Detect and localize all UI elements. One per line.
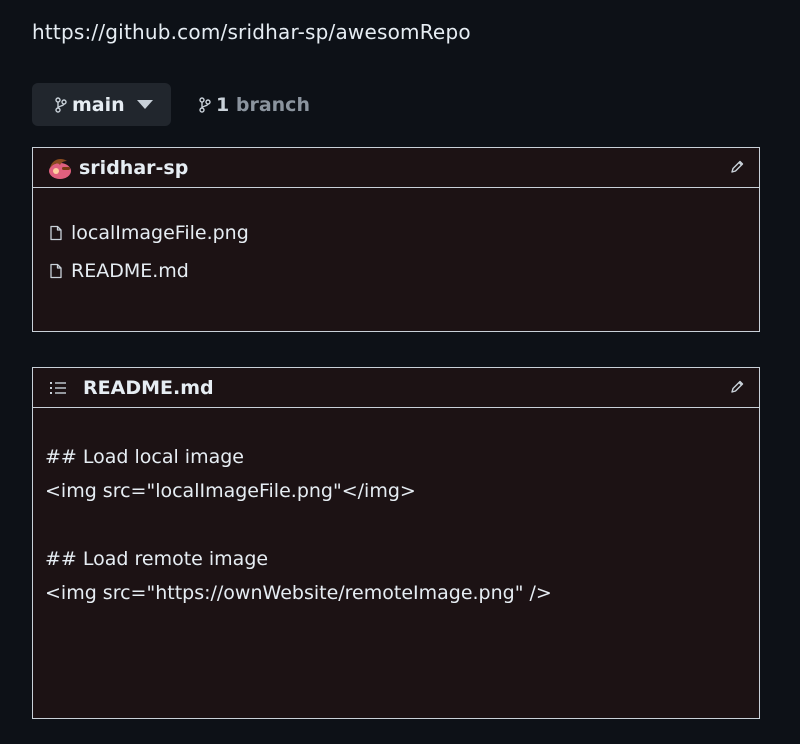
file-list: localImageFile.png README.md bbox=[33, 188, 759, 290]
readme-panel-header: README.md bbox=[33, 368, 759, 408]
branch-count-label: 1 branch bbox=[216, 94, 310, 116]
repo-url[interactable]: https://github.com/sridhar-sp/awesomRepo bbox=[32, 20, 471, 44]
caret-down-icon bbox=[136, 100, 153, 109]
page: https://github.com/sridhar-sp/awesomRepo… bbox=[0, 0, 800, 744]
branch-select-button[interactable]: main bbox=[32, 83, 171, 126]
branch-count-link[interactable]: 1 branch bbox=[198, 94, 310, 116]
readme-line: ## Load local image bbox=[45, 446, 244, 468]
list-unordered-icon[interactable] bbox=[49, 379, 67, 397]
files-panel: sridhar-sp localImageFile.png README.md bbox=[32, 147, 760, 332]
file-icon bbox=[50, 263, 62, 279]
file-icon bbox=[50, 225, 62, 241]
branch-count-number: 1 bbox=[216, 94, 230, 116]
list-item[interactable]: localImageFile.png bbox=[49, 214, 759, 252]
branch-count-word: branch bbox=[235, 94, 310, 116]
git-branch-icon bbox=[55, 96, 67, 113]
readme-panel: README.md ## Load local image <img src="… bbox=[32, 367, 760, 719]
readme-blank-line bbox=[45, 508, 759, 542]
file-name[interactable]: localImageFile.png bbox=[71, 222, 249, 244]
file-name[interactable]: README.md bbox=[71, 260, 189, 282]
list-item[interactable]: README.md bbox=[49, 252, 759, 290]
branch-select-label: main bbox=[72, 93, 125, 116]
files-panel-header: sridhar-sp bbox=[33, 148, 759, 188]
readme-content: ## Load local image <img src="localImage… bbox=[33, 408, 759, 610]
readme-title: README.md bbox=[83, 376, 214, 399]
repo-owner[interactable]: sridhar-sp bbox=[79, 157, 188, 179]
readme-line: <img src="localImageFile.png"</img> bbox=[45, 480, 416, 502]
avatar[interactable] bbox=[47, 156, 73, 180]
pencil-icon[interactable] bbox=[729, 379, 745, 395]
readme-line: ## Load remote image bbox=[45, 548, 269, 570]
pencil-icon[interactable] bbox=[729, 159, 745, 175]
git-branch-icon bbox=[199, 97, 211, 113]
readme-line: <img src="https://ownWebsite/remoteImage… bbox=[45, 582, 552, 604]
